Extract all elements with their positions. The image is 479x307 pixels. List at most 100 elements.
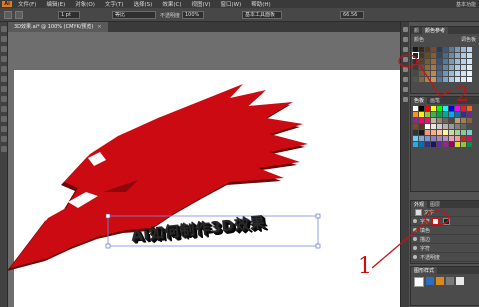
color-swatch[interactable] xyxy=(443,136,448,141)
color-swatch[interactable] xyxy=(419,106,424,111)
eyedropper-tool-icon[interactable] xyxy=(0,126,7,132)
gradient-tool-icon[interactable] xyxy=(0,116,7,122)
color-swatch[interactable] xyxy=(461,130,466,135)
guide-swatch[interactable] xyxy=(461,47,466,52)
guide-swatch[interactable] xyxy=(443,47,448,52)
guide-swatch[interactable] xyxy=(449,71,454,76)
color-swatch[interactable] xyxy=(425,112,430,117)
menu-type[interactable]: 文字(T) xyxy=(105,0,124,8)
color-swatch[interactable] xyxy=(455,136,460,141)
color-swatch[interactable] xyxy=(449,130,454,135)
guide-swatch[interactable] xyxy=(431,77,436,82)
color-swatch[interactable] xyxy=(455,142,460,147)
color-swatch[interactable] xyxy=(413,112,418,117)
menu-effect[interactable]: 效果(C) xyxy=(162,0,181,8)
color-swatch[interactable] xyxy=(449,112,454,117)
color-swatch[interactable] xyxy=(413,136,418,141)
guide-swatch[interactable] xyxy=(431,71,436,76)
visibility-eye-icon[interactable] xyxy=(413,255,417,259)
color-swatch[interactable] xyxy=(413,106,418,111)
fill-black-swatch[interactable] xyxy=(443,217,451,225)
fill-swatch-icon[interactable] xyxy=(4,11,12,19)
color-swatch[interactable] xyxy=(431,112,436,117)
guide-swatch[interactable] xyxy=(467,71,472,76)
appearance-row-character[interactable]: 字符 xyxy=(411,217,479,226)
guide-swatch[interactable] xyxy=(419,71,424,76)
tab-swatches[interactable]: 色板 xyxy=(411,97,428,104)
symbols-panel-icon[interactable] xyxy=(402,57,408,62)
color-swatch[interactable] xyxy=(437,130,442,135)
color-swatch[interactable] xyxy=(419,112,424,117)
color-swatch[interactable] xyxy=(461,112,466,117)
color-swatch[interactable] xyxy=(419,136,424,141)
guide-swatch[interactable] xyxy=(467,53,472,58)
guide-swatch[interactable] xyxy=(431,59,436,64)
visibility-eye-icon[interactable] xyxy=(413,237,417,241)
guide-swatch[interactable] xyxy=(437,71,442,76)
stroke-panel-icon[interactable] xyxy=(402,67,408,72)
tab-appearance[interactable]: 外观 xyxy=(411,201,428,208)
guide-swatch[interactable] xyxy=(413,59,418,64)
guide-swatch[interactable] xyxy=(443,77,448,82)
color-panel-icon[interactable] xyxy=(402,27,408,32)
guide-swatch[interactable] xyxy=(419,53,424,58)
guide-swatch[interactable] xyxy=(419,77,424,82)
x-position-input[interactable]: 66.56 xyxy=(340,11,364,19)
guide-swatch[interactable] xyxy=(461,53,466,58)
guide-swatch[interactable] xyxy=(425,71,430,76)
color-swatch[interactable] xyxy=(467,130,472,135)
guide-swatch[interactable] xyxy=(461,59,466,64)
guide-swatch[interactable] xyxy=(455,53,460,58)
guide-swatch[interactable] xyxy=(449,47,454,52)
tab-brushes[interactable]: 画笔 xyxy=(427,97,443,104)
menu-help[interactable]: 帮助(H) xyxy=(251,0,270,8)
menu-file[interactable]: 文件(F) xyxy=(18,0,36,8)
guide-swatch[interactable] xyxy=(431,53,436,58)
swatches-panel-icon[interactable] xyxy=(402,37,408,42)
menu-select[interactable]: 选择(S) xyxy=(134,0,153,8)
guide-swatch[interactable] xyxy=(449,59,454,64)
color-swatch[interactable] xyxy=(419,142,424,147)
swatches-grid[interactable] xyxy=(411,104,479,149)
direct-selection-tool-icon[interactable] xyxy=(0,36,7,42)
stroke-weight-input[interactable]: 1 pt xyxy=(58,11,80,19)
hand-tool-icon[interactable] xyxy=(0,136,7,142)
guide-swatch[interactable] xyxy=(455,71,460,76)
guide-swatch[interactable] xyxy=(425,77,430,82)
guide-swatch[interactable] xyxy=(425,65,430,70)
color-swatch[interactable] xyxy=(455,106,460,111)
menu-object[interactable]: 对象(O) xyxy=(75,0,95,8)
color-guide-grid[interactable] xyxy=(411,45,479,84)
scale-tool-icon[interactable] xyxy=(0,106,7,112)
stroke-none-swatch[interactable] xyxy=(432,217,440,225)
zoom-tool-icon[interactable] xyxy=(0,146,7,152)
color-swatch[interactable] xyxy=(431,130,436,135)
graphic-style-orange[interactable] xyxy=(436,277,444,285)
color-swatch[interactable] xyxy=(461,124,466,129)
color-swatch[interactable] xyxy=(431,118,436,123)
color-swatch[interactable] xyxy=(461,136,466,141)
color-swatch[interactable] xyxy=(425,118,430,123)
guide-swatch[interactable] xyxy=(413,65,418,70)
guide-swatch[interactable] xyxy=(443,71,448,76)
guide-swatch[interactable] xyxy=(419,47,424,52)
guide-swatch[interactable] xyxy=(425,47,430,52)
graphic-style-gray[interactable] xyxy=(446,277,454,285)
guide-swatch[interactable] xyxy=(413,71,418,76)
line-tool-icon[interactable] xyxy=(0,66,7,72)
guide-swatch[interactable] xyxy=(437,53,442,58)
menu-window[interactable]: 窗口(W) xyxy=(221,0,242,8)
color-swatch[interactable] xyxy=(443,130,448,135)
visibility-eye-icon[interactable] xyxy=(413,246,417,250)
guide-swatch[interactable] xyxy=(419,59,424,64)
color-swatch[interactable] xyxy=(443,112,448,117)
color-swatch[interactable] xyxy=(413,130,418,135)
guide-swatch[interactable] xyxy=(431,65,436,70)
color-swatch[interactable] xyxy=(449,142,454,147)
color-swatch[interactable] xyxy=(437,142,442,147)
brush-tool-icon[interactable] xyxy=(0,86,7,92)
color-swatch[interactable] xyxy=(425,124,430,129)
color-swatch[interactable] xyxy=(461,106,466,111)
appearance-row-opacity[interactable]: 不透明度 xyxy=(411,253,479,262)
document-tab[interactable]: 3D效果.ai* @ 100% (CMYK/预览) × xyxy=(8,22,108,32)
